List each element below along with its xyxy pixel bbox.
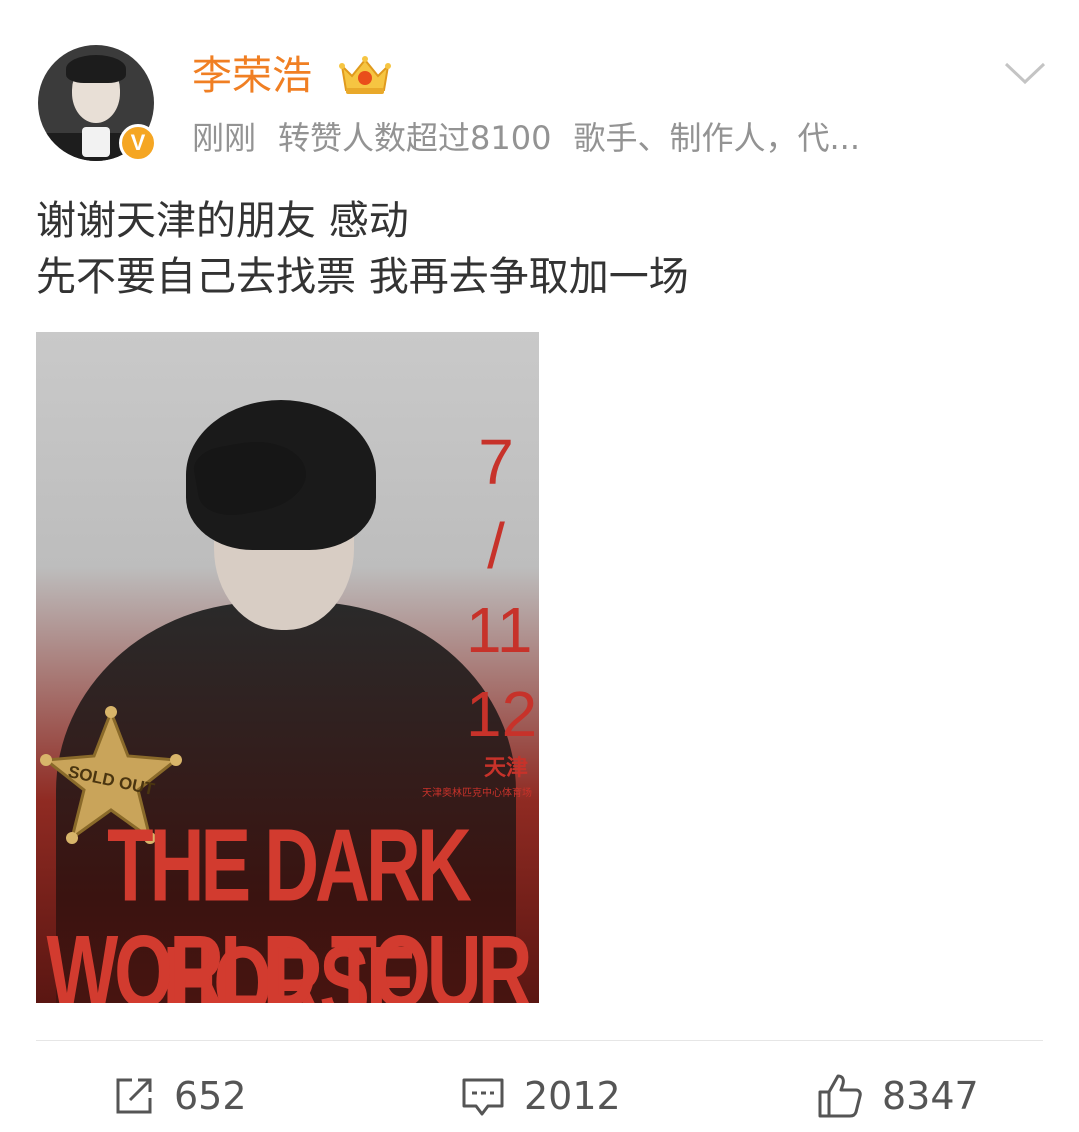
- like-button[interactable]: 8347: [816, 1068, 979, 1124]
- comment-count: 2012: [524, 1074, 621, 1118]
- poster-date-line: /: [487, 510, 505, 582]
- timestamp: 刚刚: [192, 119, 257, 157]
- poster-date-line: 7: [478, 426, 514, 498]
- thumbs-up-icon: [818, 1074, 862, 1118]
- poster-tour-subtitle: WORLD TOUR: [46, 915, 532, 1003]
- username[interactable]: 李荣浩: [192, 52, 312, 100]
- divider: [36, 1040, 1043, 1041]
- like-count: 8347: [882, 1074, 979, 1118]
- poster-city: 天津: [484, 756, 529, 781]
- post-text-line: 谢谢天津的朋友 感动: [36, 198, 409, 244]
- post-meta: 刚刚 转赞人数超过8100 歌手、制作人，代...: [192, 117, 882, 159]
- verified-badge: V: [119, 124, 157, 162]
- comment-icon: [462, 1078, 504, 1116]
- poster-date-line: 11: [466, 594, 533, 666]
- poster-date: 7 / 11 12: [466, 420, 538, 756]
- bio: 歌手、制作人，代...: [573, 119, 860, 157]
- repost-count: 652: [174, 1074, 247, 1118]
- poster-date-line: 12: [466, 678, 538, 750]
- avatar-collar: [82, 127, 110, 157]
- crown-icon[interactable]: [336, 52, 394, 96]
- post-text-line: 先不要自己去找票 我再去争取加一场: [36, 254, 689, 300]
- comment-button[interactable]: 2012: [460, 1068, 621, 1124]
- post-image[interactable]: 7 / 11 12 天津 天津奥林匹克中心体育场 SOLD OUT THE DA…: [36, 332, 539, 1003]
- repost-note: 转赞人数超过8100: [278, 119, 552, 157]
- poster-venue: 天津奥林匹克中心体育场: [422, 788, 532, 799]
- repost-button[interactable]: 652: [112, 1068, 247, 1124]
- avatar-hair: [66, 55, 126, 83]
- post-text: 谢谢天津的朋友 感动 先不要自己去找票 我再去争取加一场: [36, 193, 689, 305]
- chevron-down-icon[interactable]: [1000, 58, 1050, 88]
- share-icon: [116, 1078, 152, 1114]
